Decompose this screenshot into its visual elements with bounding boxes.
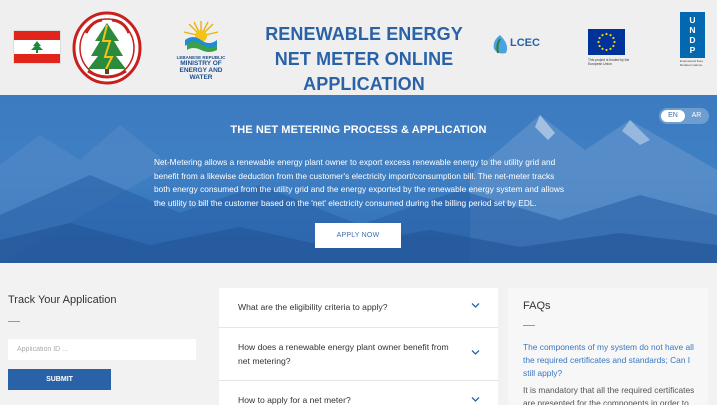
lcec-label: LCEC <box>510 37 540 49</box>
header: LEBANESE REPUBLIC MINISTRY OF ENERGY AND… <box>0 0 717 95</box>
chevron-down-icon <box>471 303 480 308</box>
language-toggle: EN AR <box>659 108 709 124</box>
edl-logo <box>72 11 142 85</box>
page-title: RENEWABLE ENERGY NET METER ONLINE APPLIC… <box>265 24 463 94</box>
faqs-question-link[interactable]: The components of my system do not have … <box>523 341 695 380</box>
undp-logo: UNDP Empowered lives. Resilient nations. <box>680 12 705 84</box>
faq-item[interactable]: What are the eligibility criteria to app… <box>219 288 498 328</box>
eu-logo: This project is funded by the European U… <box>588 29 636 69</box>
ministry-line2: MINISTRY OF ENERGY AND WATER <box>179 60 223 81</box>
faqs-answer: It is mandatory that all the required ce… <box>523 385 695 405</box>
track-title: Track Your Application <box>8 294 117 306</box>
cedar-icon <box>31 41 43 53</box>
faq-question: How to apply for a net meter? <box>238 395 351 405</box>
ministry-logo: LEBANESE REPUBLIC MINISTRY OF ENERGY AND… <box>171 20 231 90</box>
faq-accordion: What are the eligibility criteria to app… <box>219 288 498 405</box>
hero-description: Net-Metering allows a renewable energy p… <box>154 157 565 208</box>
hero-title: THE NET METERING PROCESS & APPLICATION <box>230 124 487 136</box>
track-divider <box>8 321 20 322</box>
faqs-panel: FAQs The components of my system do not … <box>508 288 708 405</box>
faq-question: What are the eligibility criteria to app… <box>238 302 388 312</box>
lcec-leaf-icon <box>493 35 508 54</box>
lang-ar-button[interactable]: AR <box>686 110 707 122</box>
apply-now-button[interactable]: APPLY NOW <box>315 223 401 248</box>
lcec-logo: LCEC <box>490 30 546 64</box>
application-id-input[interactable] <box>8 339 196 360</box>
submit-button[interactable]: SUBMIT <box>8 369 111 390</box>
faq-item[interactable]: How to apply for a net meter? <box>219 381 498 405</box>
faq-item[interactable]: How does a renewable energy plant owner … <box>219 328 498 381</box>
hero-banner: EN AR THE NET METERING PROCESS & APPLICA… <box>0 95 717 263</box>
chevron-down-icon <box>471 397 480 402</box>
eu-stars-icon <box>597 32 616 52</box>
undp-caption: Empowered lives. Resilient nations. <box>680 59 704 67</box>
ministry-emblem-icon <box>183 21 219 52</box>
faq-question: How does a renewable energy plant owner … <box>238 342 449 366</box>
eu-caption: This project is funded by the European U… <box>588 58 630 66</box>
faqs-title: FAQs <box>523 300 551 312</box>
undp-label: UNDP <box>680 12 705 58</box>
faqs-divider <box>523 325 535 326</box>
lang-en-button[interactable]: EN <box>661 110 685 122</box>
lebanon-flag <box>13 30 61 64</box>
chevron-down-icon <box>471 350 480 355</box>
